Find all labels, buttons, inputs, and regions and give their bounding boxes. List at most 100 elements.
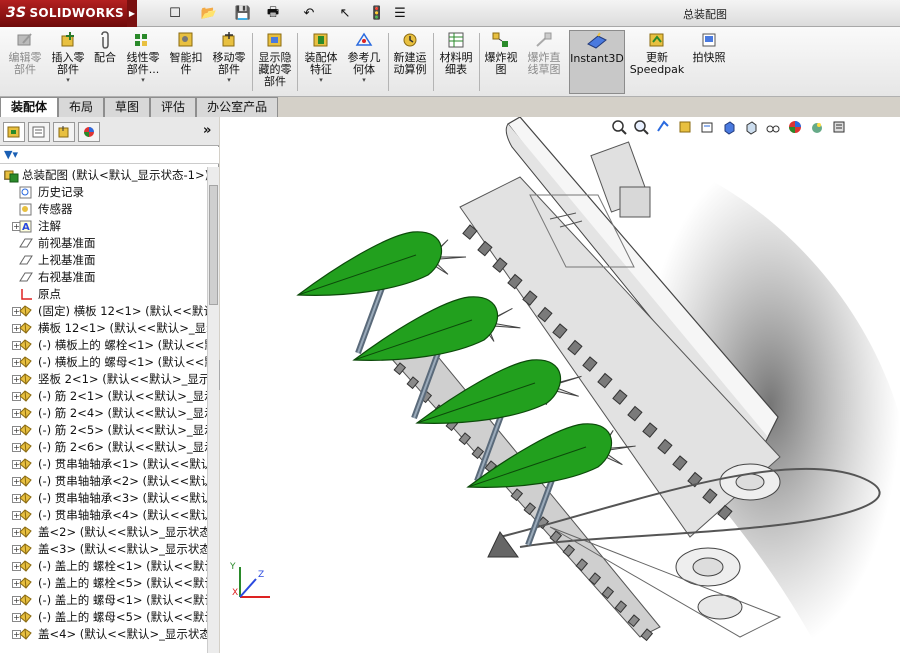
tree-item-label: 历史记录 xyxy=(38,185,84,199)
tab-4[interactable]: 办公室产品 xyxy=(196,97,279,117)
tab-1[interactable]: 布局 xyxy=(58,97,105,117)
tab-3[interactable]: 评估 xyxy=(150,97,197,117)
feature-manager-tab-icon[interactable] xyxy=(3,122,25,142)
mate-paperclip-icon xyxy=(94,30,116,50)
triad-y-label: Y xyxy=(230,562,236,572)
tree-item[interactable]: + (-) 盖上的 螺母<1> (默认<<默认 xyxy=(0,592,207,609)
tree-item[interactable]: + 竖板 2<1> (默认<<默认>_显示 xyxy=(0,371,207,388)
tree-filter-bar[interactable]: ▼▾ xyxy=(0,147,219,164)
dynamic-annotation-icon[interactable] xyxy=(696,118,718,136)
linear-pattern-label: 线性零 部件... xyxy=(126,51,160,76)
insert-component-button[interactable]: 插入零 部件 ▾ xyxy=(48,30,88,94)
expand-panel-icon[interactable]: » xyxy=(203,123,211,138)
tree-item[interactable]: + (-) 筋 2<4> (默认<<默认>_显示 xyxy=(0,405,207,422)
tree-item[interactable]: + (-) 盖上的 螺栓<1> (默认<<默认 xyxy=(0,558,207,575)
tree-item[interactable]: 原点 xyxy=(0,286,207,303)
tree-item[interactable]: + 横板 12<1> (默认<<默认>_显示 xyxy=(0,320,207,337)
exploded-view-label: 爆炸视图 xyxy=(484,51,518,76)
undo-icon[interactable]: ↶ xyxy=(294,4,324,23)
update-speedpak-label: 更新 Speedpak xyxy=(629,51,685,76)
hide-show-items-icon[interactable] xyxy=(762,118,784,136)
zoom-to-fit-icon[interactable] xyxy=(608,118,630,136)
print-icon[interactable]: 🖶 xyxy=(258,4,288,23)
section-view-icon[interactable] xyxy=(674,118,696,136)
tree-item[interactable]: + 盖<3> (默认<<默认>_显示状态 xyxy=(0,541,207,558)
dropdown-arrow-icon[interactable]: ▾ xyxy=(66,76,70,84)
show-hidden-components-button[interactable]: 显示隐 藏的零 部件 xyxy=(256,30,294,94)
graphics-area[interactable]: X Y Z xyxy=(220,117,900,653)
tree-item[interactable]: + (-) 贯串轴轴承<3> (默认<<默认 xyxy=(0,490,207,507)
options-icon[interactable]: ☰ xyxy=(385,4,415,23)
apply-scene-icon[interactable] xyxy=(806,118,828,136)
save-icon[interactable]: 💾 xyxy=(228,4,258,23)
property-manager-tab-icon[interactable] xyxy=(28,122,50,142)
tree-item[interactable]: 上视基准面 xyxy=(0,252,207,269)
edit-appearance-icon[interactable] xyxy=(784,118,806,136)
take-snapshot-button[interactable]: 拍快照 xyxy=(688,30,730,94)
tree-item[interactable]: + 盖<4> (默认<<默认>_显示状态 xyxy=(0,626,207,643)
dropdown-arrow-icon[interactable]: ▾ xyxy=(362,76,366,84)
tree-item[interactable]: + (-) 贯串轴轴承<1> (默认<<默认 xyxy=(0,456,207,473)
display-style-icon[interactable] xyxy=(740,118,762,136)
exploded-view-button[interactable]: 爆炸视图 xyxy=(481,30,521,94)
tree-item[interactable]: + (-) 筋 2<1> (默认<<默认>_显示 xyxy=(0,388,207,405)
tree-item[interactable]: + (固定) 横板 12<1> (默认<<默认 xyxy=(0,303,207,320)
tree-item[interactable]: 前视基准面 xyxy=(0,235,207,252)
tree-item[interactable]: + (-) 横板上的 螺母<1> (默认<<默 xyxy=(0,354,207,371)
select-icon[interactable]: ↖ xyxy=(330,4,360,23)
dropdown-arrow-icon[interactable]: ▾ xyxy=(319,76,323,84)
solidworks-logo[interactable]: 3S SOLIDWORKS xyxy=(0,0,127,27)
tree-item[interactable]: -总装配图 (默认<默认_显示状态-1>) xyxy=(0,167,207,184)
tree-item-label: (-) 筋 2<6> (默认<<默认>_显示 xyxy=(38,440,207,454)
tree-item[interactable]: + A 注解 xyxy=(0,218,207,235)
assembly-features-button[interactable]: 装配体 特征 ▾ xyxy=(301,30,341,94)
menu-arrow-icon[interactable]: ▶ xyxy=(127,0,137,27)
instant3d-button[interactable]: Instant3D xyxy=(569,30,625,94)
bill-of-materials-button[interactable]: 材料明 细表 xyxy=(436,30,476,94)
update-speedpak-button[interactable]: 更新 Speedpak xyxy=(629,30,685,94)
display-manager-tab-icon[interactable] xyxy=(78,122,100,142)
tree-item[interactable]: 右视基准面 xyxy=(0,269,207,286)
tree-item[interactable]: 传感器 xyxy=(0,201,207,218)
tree-scrollbar[interactable] xyxy=(207,167,219,653)
tree-item[interactable]: 历史记录 xyxy=(0,184,207,201)
dropdown-arrow-icon[interactable]: ▾ xyxy=(141,76,145,84)
tree-item-label: (-) 盖上的 螺母<1> (默认<<默认 xyxy=(38,593,207,607)
view-orientation-icon[interactable] xyxy=(718,118,740,136)
explode-line-sketch-button[interactable]: 爆炸直 线草图 xyxy=(523,30,565,94)
dropdown-arrow-icon[interactable]: ▾ xyxy=(227,76,231,84)
tree-item[interactable]: + (-) 盖上的 螺母<5> (默认<<默认 xyxy=(0,609,207,626)
tab-0[interactable]: 装配体 xyxy=(0,97,59,117)
tree-item[interactable]: + (-) 筋 2<5> (默认<<默认>_显示 xyxy=(0,422,207,439)
new-document-icon[interactable]: ☐ xyxy=(160,4,190,23)
tree-item[interactable]: + (-) 贯串轴轴承<4> (默认<<默认 xyxy=(0,507,207,524)
instant3d-label: Instant3D xyxy=(570,52,624,65)
separator xyxy=(479,33,480,91)
filter-icon[interactable]: ▼▾ xyxy=(4,148,18,161)
part-icon xyxy=(18,389,34,404)
move-component-button[interactable]: 移动零 部件 ▾ xyxy=(208,30,250,94)
tree-item[interactable]: + 盖<2> (默认<<默认>_显示状态 xyxy=(0,524,207,541)
tree-item[interactable]: + (-) 筋 2<6> (默认<<默认>_显示 xyxy=(0,439,207,456)
mate-button[interactable]: 配合 xyxy=(90,30,120,94)
tree-item[interactable]: + (-) 贯串轴轴承<2> (默认<<默认 xyxy=(0,473,207,490)
model-view[interactable] xyxy=(220,117,900,653)
view-settings-icon[interactable] xyxy=(828,118,850,136)
svg-text:A: A xyxy=(22,222,30,233)
edit-component-button[interactable]: 编辑零 部件 xyxy=(4,30,46,94)
tree-item-label: 横板 12<1> (默认<<默认>_显示 xyxy=(38,321,207,335)
previous-view-icon[interactable] xyxy=(652,118,674,136)
tree-item[interactable]: + (-) 盖上的 螺栓<5> (默认<<默认 xyxy=(0,575,207,592)
new-motion-study-button[interactable]: 新建运 动算例 xyxy=(390,30,430,94)
part-icon xyxy=(18,491,34,506)
zoom-to-area-icon[interactable] xyxy=(630,118,652,136)
reference-geometry-button[interactable]: 参考几 何体 ▾ xyxy=(343,30,385,94)
linear-pattern-button[interactable]: 线性零 部件... ▾ xyxy=(122,30,164,94)
tab-2[interactable]: 草图 xyxy=(104,97,151,117)
open-document-icon[interactable]: 📂 xyxy=(194,4,224,23)
configuration-manager-tab-icon[interactable] xyxy=(53,122,75,142)
tree-item-label: (-) 贯串轴轴承<1> (默认<<默认 xyxy=(38,457,207,471)
smart-fasteners-button[interactable]: 智能扣件 xyxy=(166,30,206,94)
scrollbar-thumb[interactable] xyxy=(209,185,218,305)
tree-item[interactable]: +(-) 横板上的 螺栓<1> (默认<<默认 xyxy=(0,337,207,354)
